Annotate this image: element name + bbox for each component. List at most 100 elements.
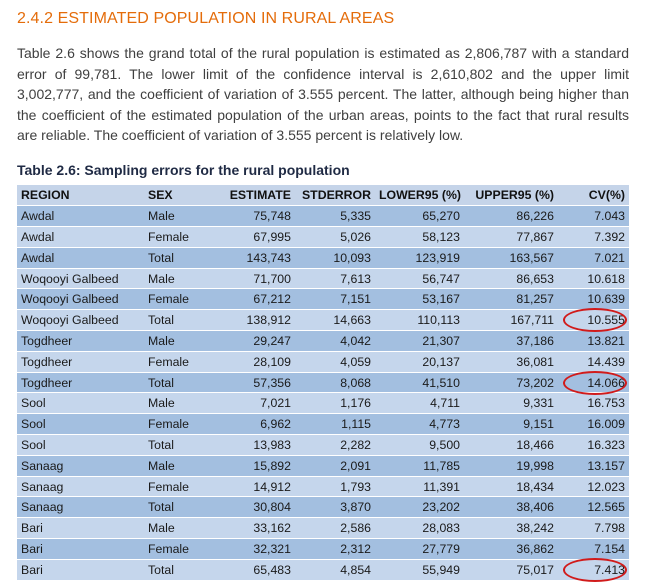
cell-lower95: 20,137 xyxy=(375,351,464,373)
cell-estimate: 28,109 xyxy=(217,351,295,373)
table-title: Table 2.6: Sampling errors for the rural… xyxy=(17,162,350,178)
cell-stderror: 5,026 xyxy=(295,226,375,248)
cell-cv: 10.555 xyxy=(558,309,629,332)
cell-region: Sool xyxy=(17,413,143,436)
cell-upper95: 18,434 xyxy=(464,476,558,498)
cell-estimate: 65,483 xyxy=(217,559,295,581)
cell-lower95: 4,711 xyxy=(375,392,464,415)
cell-upper95: 86,226 xyxy=(464,205,558,228)
cell-lower95: 23,202 xyxy=(375,496,464,519)
cell-cv: 16.009 xyxy=(558,413,629,436)
cell-stderror: 1,115 xyxy=(295,413,375,436)
table-row: Awdal Female 67,995 5,026 58,123 77,867 7.392 xyxy=(17,226,629,248)
table-header-row: REGION SEX ESTIMATE STDERROR LOWER95 (%)… xyxy=(17,185,629,207)
cell-cv: 7.798 xyxy=(558,517,629,540)
cell-sex: Female xyxy=(143,288,217,311)
cell-stderror: 10,093 xyxy=(295,247,375,269)
cell-cv: 7.154 xyxy=(558,538,629,560)
cell-region: Awdal xyxy=(17,226,143,248)
cell-estimate: 67,212 xyxy=(217,288,295,311)
cell-estimate: 143,743 xyxy=(217,247,295,269)
cell-lower95: 58,123 xyxy=(375,226,464,248)
cell-upper95: 73,202 xyxy=(464,372,558,394)
cell-cv: 14.066 xyxy=(558,372,629,394)
cell-estimate: 67,995 xyxy=(217,226,295,248)
cell-stderror: 2,586 xyxy=(295,517,375,540)
cell-stderror: 8,068 xyxy=(295,372,375,394)
cell-region: Sanaag xyxy=(17,476,143,498)
cell-sex: Total xyxy=(143,496,217,519)
section-heading: 2.4.2 ESTIMATED POPULATION IN RURAL AREA… xyxy=(17,10,395,27)
cell-region: Sanaag xyxy=(17,455,143,477)
cell-region: Togdheer xyxy=(17,330,143,352)
cell-region: Sanaag xyxy=(17,496,143,519)
cell-region: Togdheer xyxy=(17,351,143,373)
cell-region: Sool xyxy=(17,434,143,456)
cell-region: Bari xyxy=(17,559,143,581)
cell-lower95: 41,510 xyxy=(375,372,464,394)
cell-stderror: 2,282 xyxy=(295,434,375,456)
cell-region: Woqooyi Galbeed xyxy=(17,288,143,311)
cell-estimate: 57,356 xyxy=(217,372,295,394)
cell-region: Awdal xyxy=(17,247,143,269)
cell-lower95: 55,949 xyxy=(375,559,464,581)
cell-estimate: 13,983 xyxy=(217,434,295,456)
cell-cv: 10.639 xyxy=(558,288,629,311)
cell-upper95: 81,257 xyxy=(464,288,558,311)
table-row: Woqooyi Galbeed Female 67,212 7,151 53,167 81… xyxy=(17,288,629,311)
cell-lower95: 27,779 xyxy=(375,538,464,560)
cell-stderror: 7,151 xyxy=(295,288,375,311)
table-row: Togdheer Total 57,356 8,068 41,510 73,202 14.0… xyxy=(17,372,629,394)
cell-lower95: 21,307 xyxy=(375,330,464,352)
cell-cv: 7.392 xyxy=(558,226,629,248)
cell-sex: Female xyxy=(143,351,217,373)
cell-cv: 14.439 xyxy=(558,351,629,373)
cell-stderror: 3,870 xyxy=(295,496,375,519)
cell-lower95: 110,113 xyxy=(375,309,464,332)
cell-lower95: 53,167 xyxy=(375,288,464,311)
cell-cv: 12.023 xyxy=(558,476,629,498)
column-header-lower95: LOWER95 (%) xyxy=(375,185,464,207)
cell-sex: Male xyxy=(143,330,217,352)
cell-region: Woqooyi Galbeed xyxy=(17,268,143,290)
cell-cv: 16.323 xyxy=(558,434,629,456)
cell-upper95: 86,653 xyxy=(464,268,558,290)
cell-upper95: 77,867 xyxy=(464,226,558,248)
cell-region: Sool xyxy=(17,392,143,415)
table-row: Togdheer Male 29,247 4,042 21,307 37,186 13.82… xyxy=(17,330,629,352)
cell-lower95: 11,391 xyxy=(375,476,464,498)
column-header-sex: SEX xyxy=(143,185,217,207)
cell-sex: Male xyxy=(143,205,217,228)
cell-upper95: 18,466 xyxy=(464,434,558,456)
column-header-cv: CV(%) xyxy=(558,185,629,207)
cell-region: Bari xyxy=(17,538,143,560)
table-row: Bari Male 33,162 2,586 28,083 38,242 7.798 xyxy=(17,517,629,540)
cell-cv: 13.157 xyxy=(558,455,629,477)
cell-sex: Male xyxy=(143,455,217,477)
cell-lower95: 65,270 xyxy=(375,205,464,228)
cell-lower95: 56,747 xyxy=(375,268,464,290)
cell-stderror: 2,312 xyxy=(295,538,375,560)
cell-estimate: 30,804 xyxy=(217,496,295,519)
cell-estimate: 71,700 xyxy=(217,268,295,290)
table-row: Awdal Total 143,743 10,093 123,919 163,567 7.0… xyxy=(17,247,629,269)
cell-estimate: 7,021 xyxy=(217,392,295,415)
cell-cv: 16.753 xyxy=(558,392,629,415)
cell-upper95: 167,711 xyxy=(464,309,558,332)
cell-sex: Male xyxy=(143,392,217,415)
cell-estimate: 29,247 xyxy=(217,330,295,352)
cell-estimate: 138,912 xyxy=(217,309,295,332)
cell-region: Woqooyi Galbeed xyxy=(17,309,143,332)
cell-upper95: 163,567 xyxy=(464,247,558,269)
table-row: Sool Total 13,983 2,282 9,500 18,466 16.323 xyxy=(17,434,629,456)
cell-stderror: 14,663 xyxy=(295,309,375,332)
cell-estimate: 33,162 xyxy=(217,517,295,540)
cell-upper95: 38,242 xyxy=(464,517,558,540)
cell-cv: 10.618 xyxy=(558,268,629,290)
cell-region: Togdheer xyxy=(17,372,143,394)
cell-sex: Total xyxy=(143,434,217,456)
cell-lower95: 11,785 xyxy=(375,455,464,477)
cell-stderror: 2,091 xyxy=(295,455,375,477)
table-row: Bari Total 65,483 4,854 55,949 75,017 7.413 xyxy=(17,559,629,581)
cell-sex: Total xyxy=(143,247,217,269)
